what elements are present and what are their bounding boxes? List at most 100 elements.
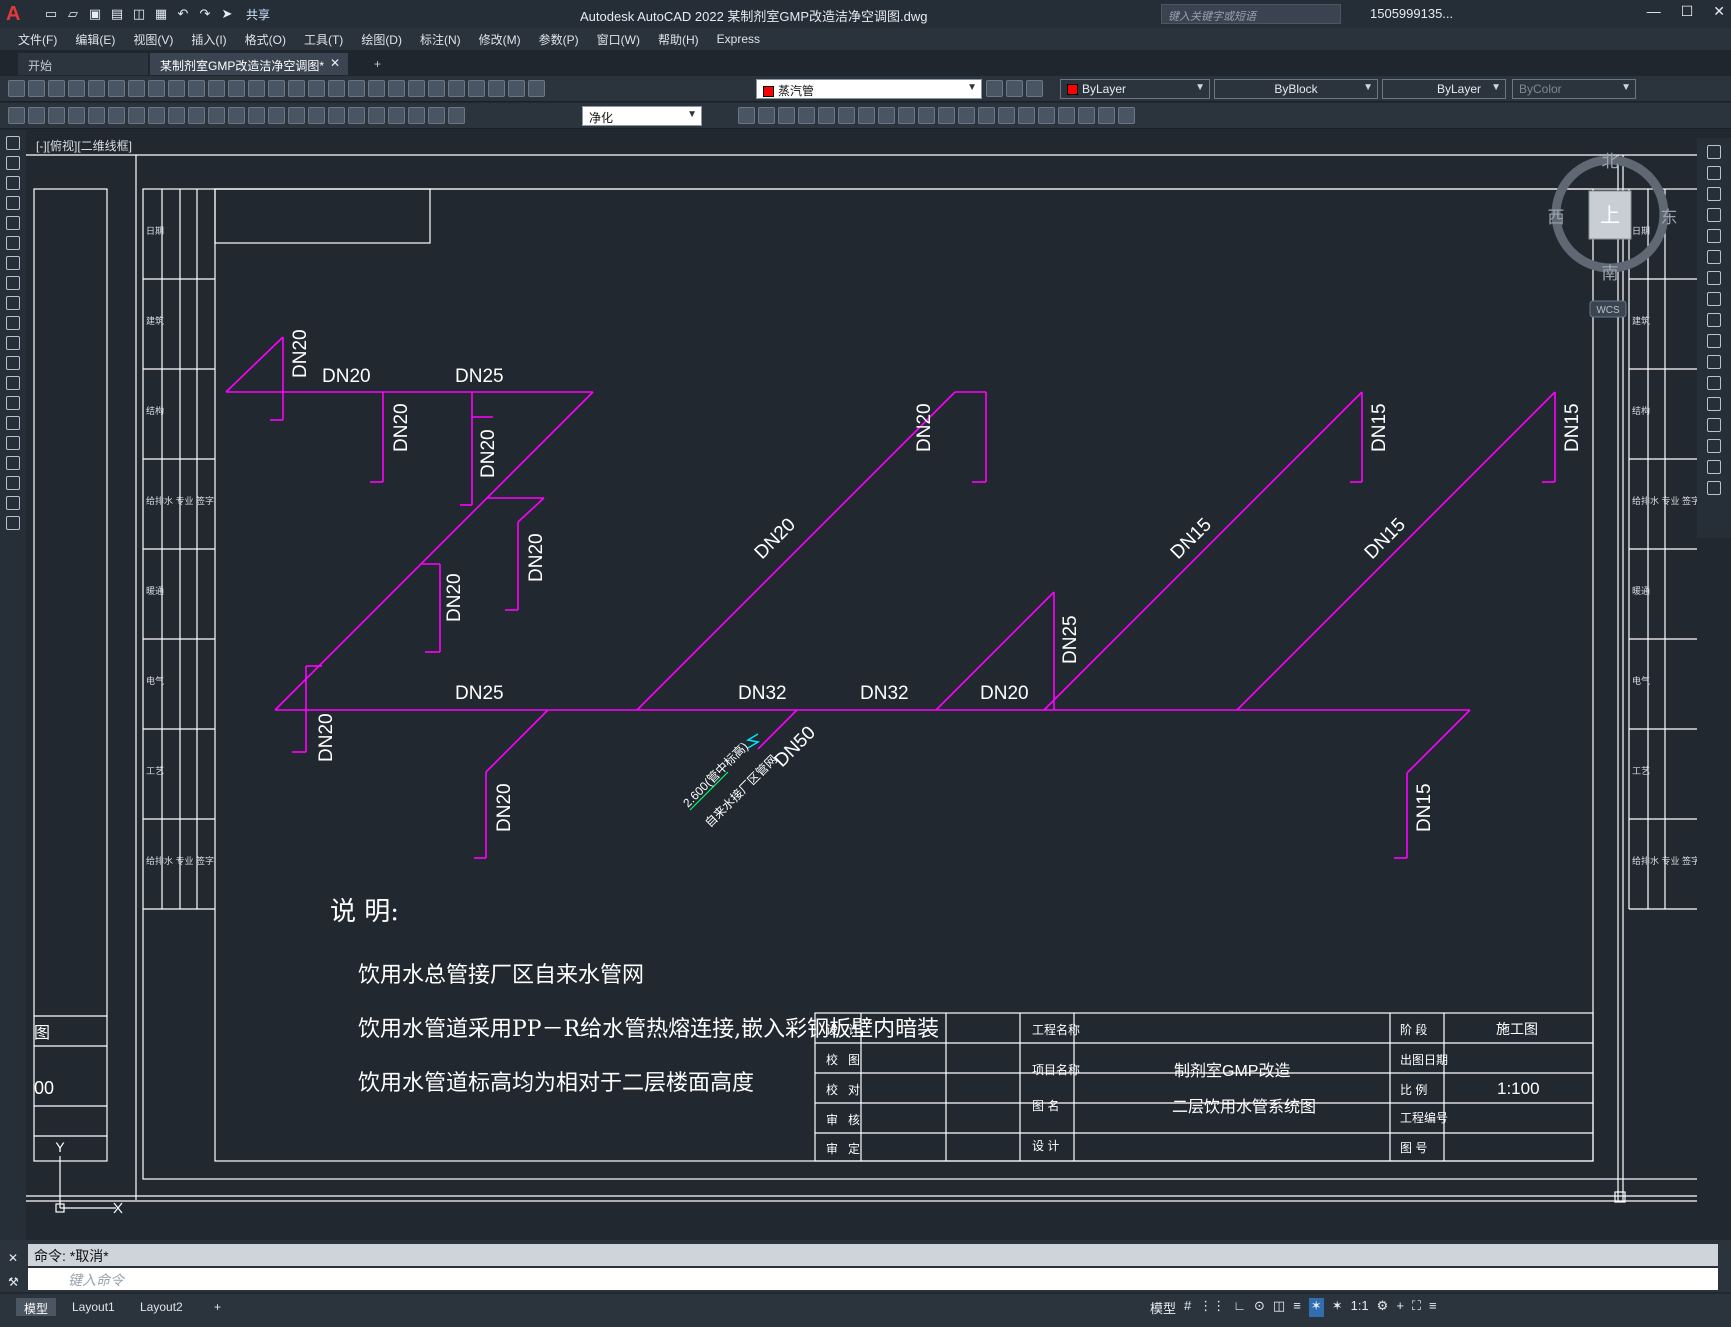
open-icon[interactable] [28, 80, 45, 97]
gear-icon[interactable]: ⚙ [1377, 1298, 1389, 1317]
menu-window[interactable]: 窗口(W) [597, 31, 640, 48]
grid-icon[interactable]: # [1184, 1298, 1191, 1317]
blend-r-icon[interactable] [1707, 460, 1721, 474]
offset-r-icon[interactable] [1707, 208, 1721, 222]
diameter-icon[interactable] [188, 107, 205, 124]
ortho-icon[interactable]: ∟ [1233, 1298, 1246, 1317]
save-icon[interactable] [48, 80, 65, 97]
group-icon[interactable] [1078, 107, 1095, 124]
command-input[interactable]: 键入命令 [28, 1268, 1718, 1290]
pan-icon[interactable] [248, 80, 265, 97]
osnap-icon[interactable]: ◫ [1273, 1298, 1285, 1317]
search-input[interactable]: 键入关键字或短语 [1161, 4, 1341, 24]
paste-icon[interactable] [168, 80, 185, 97]
array-icon[interactable] [818, 107, 835, 124]
tolerance-icon[interactable] [328, 107, 345, 124]
gradient-icon[interactable] [6, 436, 20, 450]
saveas-icon[interactable]: ▤ [108, 5, 126, 23]
maximize-button[interactable]: ☐ [1681, 3, 1694, 20]
join-icon[interactable] [978, 107, 995, 124]
plus-icon[interactable]: + [1396, 1298, 1404, 1317]
add-layout-button[interactable]: + [206, 1298, 229, 1316]
drawing-canvas[interactable]: 日期 建筑 结构 给排水 专业 签字 暖通 电气 工艺 给排水 专业 签字 日期… [26, 130, 1697, 1240]
continue-icon[interactable] [268, 107, 285, 124]
stretch-icon[interactable] [898, 107, 915, 124]
share-icon[interactable]: ➤ [218, 5, 236, 23]
zoom-window-icon[interactable] [288, 80, 305, 97]
copy-icon[interactable] [148, 80, 165, 97]
annotation-icon[interactable]: ✶ [1308, 1298, 1324, 1317]
ellipse-arc-icon[interactable] [6, 336, 20, 350]
tool-a-icon[interactable] [8, 107, 25, 124]
rectangle-icon[interactable] [6, 216, 20, 230]
undo-icon[interactable] [208, 80, 225, 97]
erase-r-icon[interactable] [1707, 145, 1721, 159]
menu-tools[interactable]: 工具(T) [304, 31, 343, 48]
menu-parametric[interactable]: 参数(P) [539, 31, 579, 48]
construction-line-icon[interactable] [6, 156, 20, 170]
menu-dimension[interactable]: 标注(N) [420, 31, 461, 48]
menu-edit[interactable]: 编辑(E) [75, 31, 115, 48]
viewcube-south[interactable]: 南 [1602, 264, 1619, 283]
make-current-icon[interactable] [986, 80, 1003, 97]
new-tab-button[interactable]: + [364, 53, 391, 75]
new-icon[interactable]: ▭ [42, 5, 60, 23]
publish-icon[interactable] [108, 80, 125, 97]
design-center-icon[interactable] [348, 80, 365, 97]
break-at-icon[interactable] [958, 107, 975, 124]
drawing-svg[interactable]: 日期 建筑 结构 给排水 专业 签字 暖通 电气 工艺 给排水 专业 签字 日期… [26, 130, 1697, 1240]
arc-icon[interactable] [6, 236, 20, 250]
tab-start[interactable]: 开始 [18, 53, 148, 75]
user-account[interactable]: 1505999135... [1370, 6, 1453, 21]
model-space-button[interactable]: 模型 [1150, 1298, 1176, 1317]
quick-dim-icon[interactable] [228, 107, 245, 124]
tool-c-icon[interactable] [48, 107, 65, 124]
redo-icon[interactable]: ↷ [196, 5, 214, 23]
array-r-icon[interactable] [1707, 229, 1721, 243]
insert-block-icon[interactable] [6, 356, 20, 370]
menu-icon[interactable]: ≡ [1429, 1298, 1437, 1317]
layer-state-icon[interactable] [1026, 80, 1043, 97]
point-icon[interactable] [6, 396, 20, 410]
angular-icon[interactable] [208, 107, 225, 124]
sun-icon[interactable] [488, 80, 505, 97]
tab-model[interactable]: 模型 [16, 1298, 57, 1316]
join-r-icon[interactable] [1707, 397, 1721, 411]
update-icon[interactable] [448, 107, 465, 124]
cut-icon[interactable] [128, 80, 145, 97]
extend-icon[interactable] [938, 107, 955, 124]
line-icon[interactable] [6, 136, 20, 150]
polar-icon[interactable]: ⊙ [1254, 1298, 1265, 1317]
close-icon[interactable]: ✕ [8, 1251, 18, 1265]
table-icon[interactable] [6, 476, 20, 490]
edit-text-icon[interactable] [428, 107, 445, 124]
viewcube-top[interactable]: 上 [1600, 204, 1620, 227]
viewcube[interactable]: 上 北 南 西 东 WCS [1548, 152, 1678, 318]
aligned-dim-icon[interactable] [88, 107, 105, 124]
spline-icon[interactable] [6, 296, 20, 310]
calculator-icon[interactable] [408, 80, 425, 97]
polyline-icon[interactable] [6, 176, 20, 190]
erase-icon[interactable] [738, 107, 755, 124]
explode-r-icon[interactable] [1707, 481, 1721, 495]
chamfer-icon[interactable] [998, 107, 1015, 124]
close-button[interactable]: ✕ [1713, 3, 1725, 20]
minimize-button[interactable]: — [1647, 3, 1661, 20]
menu-draw[interactable]: 绘图(D) [361, 31, 402, 48]
trim-r-icon[interactable] [1707, 334, 1721, 348]
add-selected-icon[interactable] [6, 516, 20, 530]
tab-layout2[interactable]: Layout2 [132, 1298, 191, 1316]
wrench-icon[interactable]: ⚒ [8, 1275, 19, 1289]
move-icon[interactable] [838, 107, 855, 124]
annotation-scale[interactable]: 1:1 [1351, 1298, 1369, 1317]
lineweight-icon[interactable]: ≡ [1293, 1298, 1301, 1317]
hatch-icon[interactable] [6, 416, 20, 430]
menu-insert[interactable]: 插入(I) [191, 31, 226, 48]
fillet-icon[interactable] [1018, 107, 1035, 124]
viewcube-west[interactable]: 西 [1548, 208, 1565, 227]
scale-r-icon[interactable] [1707, 292, 1721, 306]
snap-icon[interactable]: ⋮⋮ [1199, 1298, 1225, 1317]
center-mark-icon[interactable] [348, 107, 365, 124]
ellipse-icon[interactable] [6, 316, 20, 330]
region-icon[interactable] [6, 456, 20, 470]
